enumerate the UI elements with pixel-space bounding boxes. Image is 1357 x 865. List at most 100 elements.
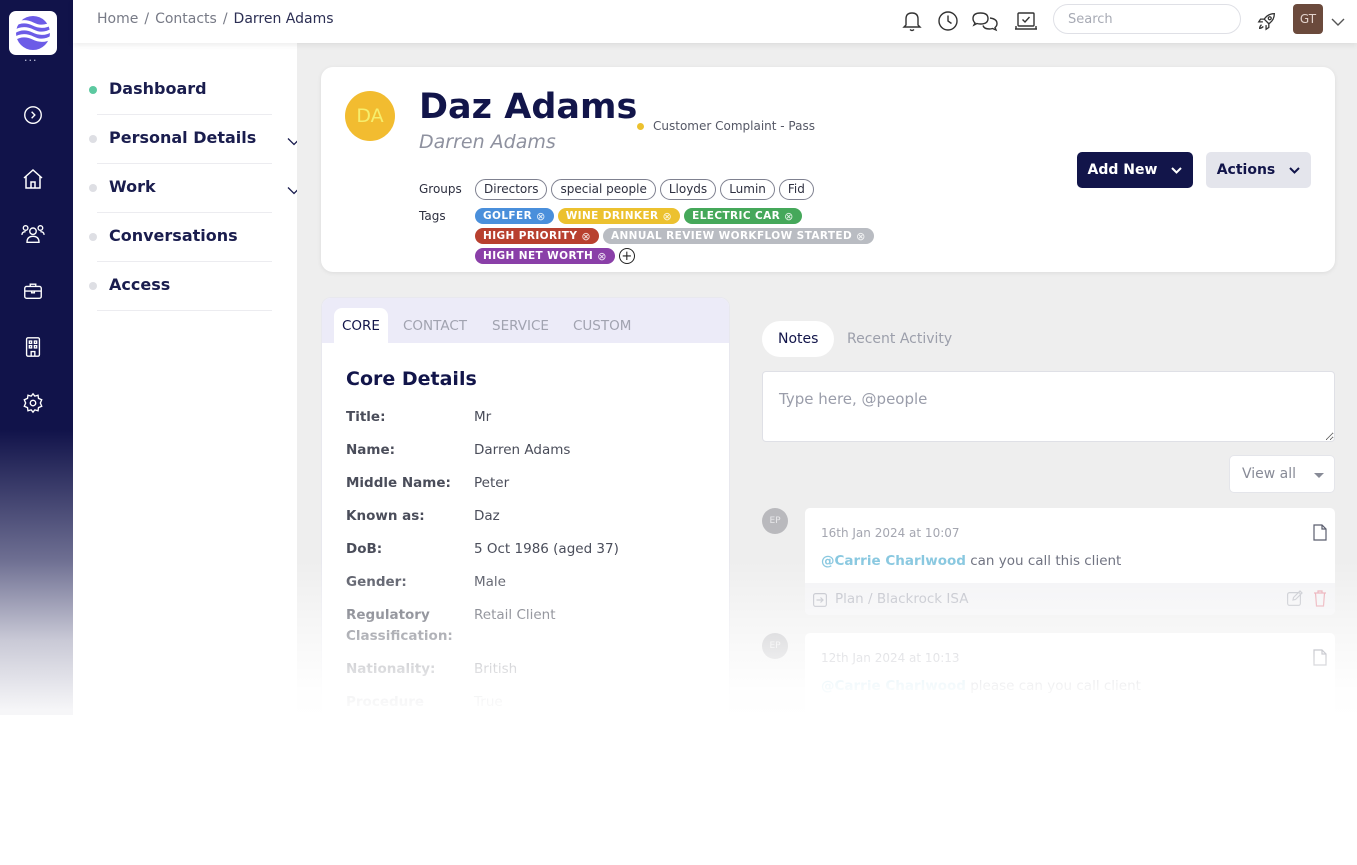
tab-core[interactable]: CORE (334, 308, 388, 343)
subnav-item-personal-details[interactable]: Personal Details (89, 115, 301, 164)
chevron-down-icon[interactable] (1331, 12, 1345, 31)
field-value: Male (474, 574, 506, 590)
field-value: British (474, 661, 518, 677)
field-label: Name: (346, 442, 396, 458)
field-label: Gender: (346, 574, 407, 590)
groups-list: Directors special people Lloyds Lumin Fi… (475, 179, 814, 200)
document-icon[interactable] (1313, 649, 1327, 670)
group-pill[interactable]: Fid (778, 179, 814, 200)
subnav-item-access[interactable]: Access (89, 262, 272, 311)
tab-contact[interactable]: CONTACT (395, 308, 475, 343)
inactive-dot (89, 184, 97, 192)
user-avatar[interactable]: GT (1293, 4, 1323, 34)
contact-display-name: Daz Adams (419, 87, 638, 127)
group-pill[interactable]: Lumin (720, 179, 775, 200)
details-tabs: CORE CONTACT SERVICE CUSTOM (322, 298, 729, 343)
details-panel: CORE CONTACT SERVICE CUSTOM Core Details… (321, 297, 730, 715)
actions-label: Actions (1216, 162, 1276, 178)
expand-icon[interactable] (21, 103, 45, 127)
tab-custom[interactable]: CUSTOM (565, 308, 639, 343)
tag-label: ELECTRIC CAR (692, 210, 781, 222)
rocket-icon[interactable] (1254, 8, 1280, 34)
tag-label: HIGH PRIORITY (483, 230, 578, 242)
edit-icon[interactable] (1287, 590, 1303, 610)
linked-item-label: Plan / Blackrock ISA (835, 591, 969, 607)
field-label: Regulatory Classification: (346, 607, 453, 644)
group-pill[interactable]: Lloyds (659, 179, 717, 200)
add-new-label: Add New (1087, 162, 1158, 178)
subnav-item-work[interactable]: Work (89, 164, 301, 213)
note-input[interactable] (762, 371, 1335, 442)
filter-value: View all (1242, 466, 1297, 482)
remove-tag-icon[interactable]: ⊗ (597, 250, 607, 263)
link-arrow-icon (813, 592, 828, 611)
subnav-item-conversations[interactable]: Conversations (89, 213, 272, 262)
subnav-item-label: Conversations (109, 226, 238, 245)
breadcrumb: Home / Contacts / Darren Adams (97, 11, 334, 27)
subnav-item-label: Personal Details (109, 128, 257, 147)
tab-service[interactable]: SERVICE (484, 308, 557, 343)
note-linked-item[interactable]: Plan / Blackrock ISA (805, 583, 1335, 615)
field-label: Middle Name: (346, 475, 451, 491)
note-mention[interactable]: @Carrie Charlwood (821, 553, 966, 569)
tab-recent-activity[interactable]: Recent Activity (831, 321, 968, 357)
app-rail: ··· (0, 0, 73, 715)
notes-filter-select[interactable]: View all (1229, 455, 1335, 493)
tag-chip[interactable]: HIGH NET WORTH ⊗ (475, 248, 615, 264)
breadcrumb-home[interactable]: Home (97, 11, 138, 27)
tag-chip[interactable]: WINE DRINKER ⊗ (557, 208, 681, 224)
caret-down-icon (1314, 473, 1324, 478)
field-label: DoB: (346, 541, 383, 557)
add-tag-icon[interactable]: + (618, 248, 635, 264)
bell-icon[interactable] (899, 8, 925, 34)
tab-notes[interactable]: Notes (762, 321, 835, 357)
contact-subnav: Dashboard Personal Details Work Conversa… (73, 43, 301, 715)
tag-chip[interactable]: ELECTRIC CAR ⊗ (684, 208, 802, 224)
remove-tag-icon[interactable]: ⊗ (784, 210, 794, 223)
chat-icon[interactable] (972, 8, 998, 34)
breadcrumb-contacts[interactable]: Contacts (155, 11, 217, 27)
field-value: Peter (474, 475, 510, 491)
contacts-icon[interactable] (21, 222, 45, 246)
app-logo[interactable] (9, 11, 57, 55)
group-pill[interactable]: special people (551, 179, 656, 200)
remove-tag-icon[interactable]: ⊗ (581, 230, 591, 243)
status-badge: Customer Complaint - Pass (637, 119, 815, 133)
briefcase-icon[interactable] (21, 279, 45, 303)
add-new-button[interactable]: Add New (1077, 152, 1193, 188)
breadcrumb-separator: / (222, 11, 228, 27)
field-value: 5 Oct 1986 (aged 37) (474, 541, 619, 557)
tag-chip[interactable]: GOLFER ⊗ (475, 208, 554, 224)
laptop-check-icon[interactable] (1013, 8, 1039, 34)
tag-label: GOLFER (483, 210, 533, 222)
top-bar: Home / Contacts / Darren Adams GT (73, 0, 1357, 43)
note-mention[interactable]: @Carrie Charlwood (821, 678, 966, 694)
note-body: please can you call client (965, 678, 1141, 694)
tag-chip[interactable]: HIGH PRIORITY ⊗ (475, 228, 599, 244)
field-value: Daz (474, 508, 500, 524)
active-dot (89, 86, 97, 94)
remove-tag-icon[interactable]: ⊗ (856, 230, 866, 243)
subnav-item-dashboard[interactable]: Dashboard (89, 66, 272, 115)
inactive-dot (89, 135, 97, 143)
group-pill[interactable]: Directors (475, 179, 548, 200)
actions-button[interactable]: Actions (1206, 152, 1311, 188)
field-value: Darren Adams (474, 442, 571, 458)
section-heading: Core Details (346, 368, 477, 390)
home-icon[interactable] (21, 167, 45, 191)
clock-icon[interactable] (935, 8, 961, 34)
remove-tag-icon[interactable]: ⊗ (536, 210, 546, 223)
note-item: 16th Jan 2024 at 10:07 @Carrie Charlwood… (805, 508, 1335, 615)
field-label: Title: (346, 409, 386, 425)
more-icon[interactable]: ··· (24, 54, 38, 67)
settings-icon[interactable] (21, 391, 45, 415)
trash-icon[interactable] (1313, 590, 1327, 611)
search-input[interactable] (1053, 4, 1241, 34)
tag-chip[interactable]: ANNUAL REVIEW WORKFLOW STARTED ⊗ (602, 228, 874, 244)
document-icon[interactable] (1313, 524, 1327, 545)
note-text: @Carrie Charlwood please can you call cl… (821, 678, 1141, 694)
building-icon[interactable] (21, 335, 45, 359)
contact-avatar: DA (345, 91, 395, 141)
note-date: 16th Jan 2024 at 10:07 (821, 526, 960, 540)
remove-tag-icon[interactable]: ⊗ (663, 210, 673, 223)
